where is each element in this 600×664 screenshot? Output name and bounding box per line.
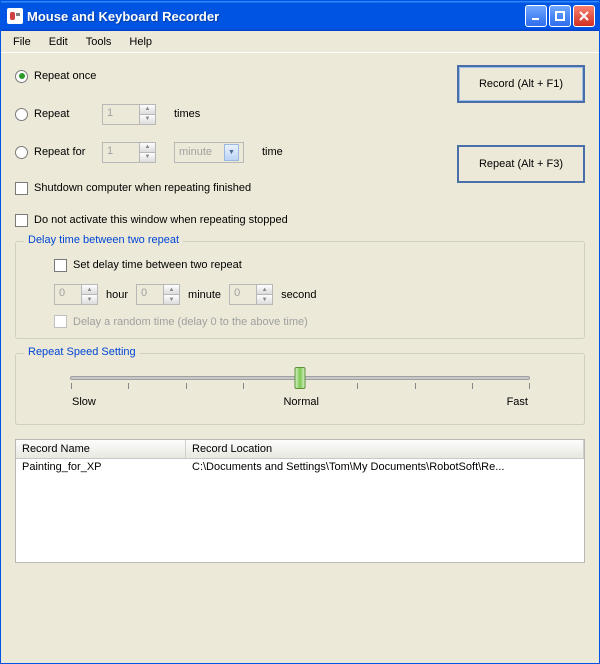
delay-set-checkbox[interactable]: [54, 259, 67, 272]
chevron-down-icon: ▼: [224, 144, 239, 161]
repeat-once-radio[interactable]: [15, 70, 28, 83]
repeat-once-label: Repeat once: [34, 70, 96, 82]
repeat-button[interactable]: Repeat (Alt + F3): [457, 145, 585, 183]
delay-groupbox: Delay time between two repeat Set delay …: [15, 241, 585, 339]
speed-fast-label: Fast: [507, 396, 528, 408]
repeat-for-suffix: time: [262, 146, 283, 158]
shutdown-checkbox[interactable]: [15, 182, 28, 195]
delay-minute-spinner[interactable]: 0▲▼: [136, 284, 180, 305]
delay-random-label: Delay a random time (delay 0 to the abov…: [73, 316, 308, 328]
slider-thumb[interactable]: [295, 367, 306, 389]
record-button[interactable]: Record (Alt + F1): [457, 65, 585, 103]
repeat-for-radio[interactable]: [15, 146, 28, 159]
record-name-cell: Painting_for_XP: [16, 459, 186, 475]
delay-set-label: Set delay time between two repeat: [73, 259, 242, 271]
close-button[interactable]: [573, 5, 595, 27]
shutdown-label: Shutdown computer when repeating finishe…: [34, 182, 251, 194]
menu-edit[interactable]: Edit: [41, 34, 76, 50]
spinner-up-icon: ▲: [140, 105, 155, 115]
col-record-name[interactable]: Record Name: [16, 440, 186, 458]
repeat-n-spinner[interactable]: 1 ▲▼: [102, 104, 156, 125]
table-row[interactable]: Painting_for_XP C:\Documents and Setting…: [16, 459, 584, 475]
window-title: Mouse and Keyboard Recorder: [27, 9, 525, 24]
repeat-n-suffix: times: [174, 108, 200, 120]
menubar: File Edit Tools Help: [1, 31, 599, 53]
record-location-cell: C:\Documents and Settings\Tom\My Documen…: [186, 459, 584, 475]
speed-slider[interactable]: [70, 376, 530, 380]
delay-hour-spinner[interactable]: 0▲▼: [54, 284, 98, 305]
titlebar[interactable]: Mouse and Keyboard Recorder: [1, 1, 599, 31]
maximize-button[interactable]: [549, 5, 571, 27]
app-icon: [7, 8, 23, 24]
speed-normal-label: Normal: [283, 396, 318, 408]
delay-second-spinner[interactable]: 0▲▼: [229, 284, 273, 305]
repeat-for-spinner[interactable]: 1 ▲▼: [102, 142, 156, 163]
minimize-button[interactable]: [525, 5, 547, 27]
noactivate-label: Do not activate this window when repeati…: [34, 214, 288, 226]
col-record-location[interactable]: Record Location: [186, 440, 584, 458]
speed-groupbox: Repeat Speed Setting Slow Normal: [15, 353, 585, 425]
repeat-n-label: Repeat: [34, 108, 102, 120]
speed-slow-label: Slow: [72, 396, 96, 408]
repeat-for-label: Repeat for: [34, 146, 102, 158]
menu-file[interactable]: File: [5, 34, 39, 50]
repeat-n-radio[interactable]: [15, 108, 28, 121]
app-window: Mouse and Keyboard Recorder File Edit To…: [0, 0, 600, 664]
noactivate-checkbox[interactable]: [15, 214, 28, 227]
records-list: Record Name Record Location Painting_for…: [15, 439, 585, 563]
speed-title: Repeat Speed Setting: [24, 346, 140, 358]
repeat-for-unit-combo[interactable]: minute ▼: [174, 142, 244, 163]
menu-tools[interactable]: Tools: [78, 34, 120, 50]
delay-title: Delay time between two repeat: [24, 234, 183, 246]
client-area: Record (Alt + F1) Repeat (Alt + F3) Repe…: [1, 53, 599, 663]
menu-help[interactable]: Help: [121, 34, 160, 50]
delay-random-checkbox: [54, 315, 67, 328]
spinner-down-icon: ▼: [140, 115, 155, 124]
